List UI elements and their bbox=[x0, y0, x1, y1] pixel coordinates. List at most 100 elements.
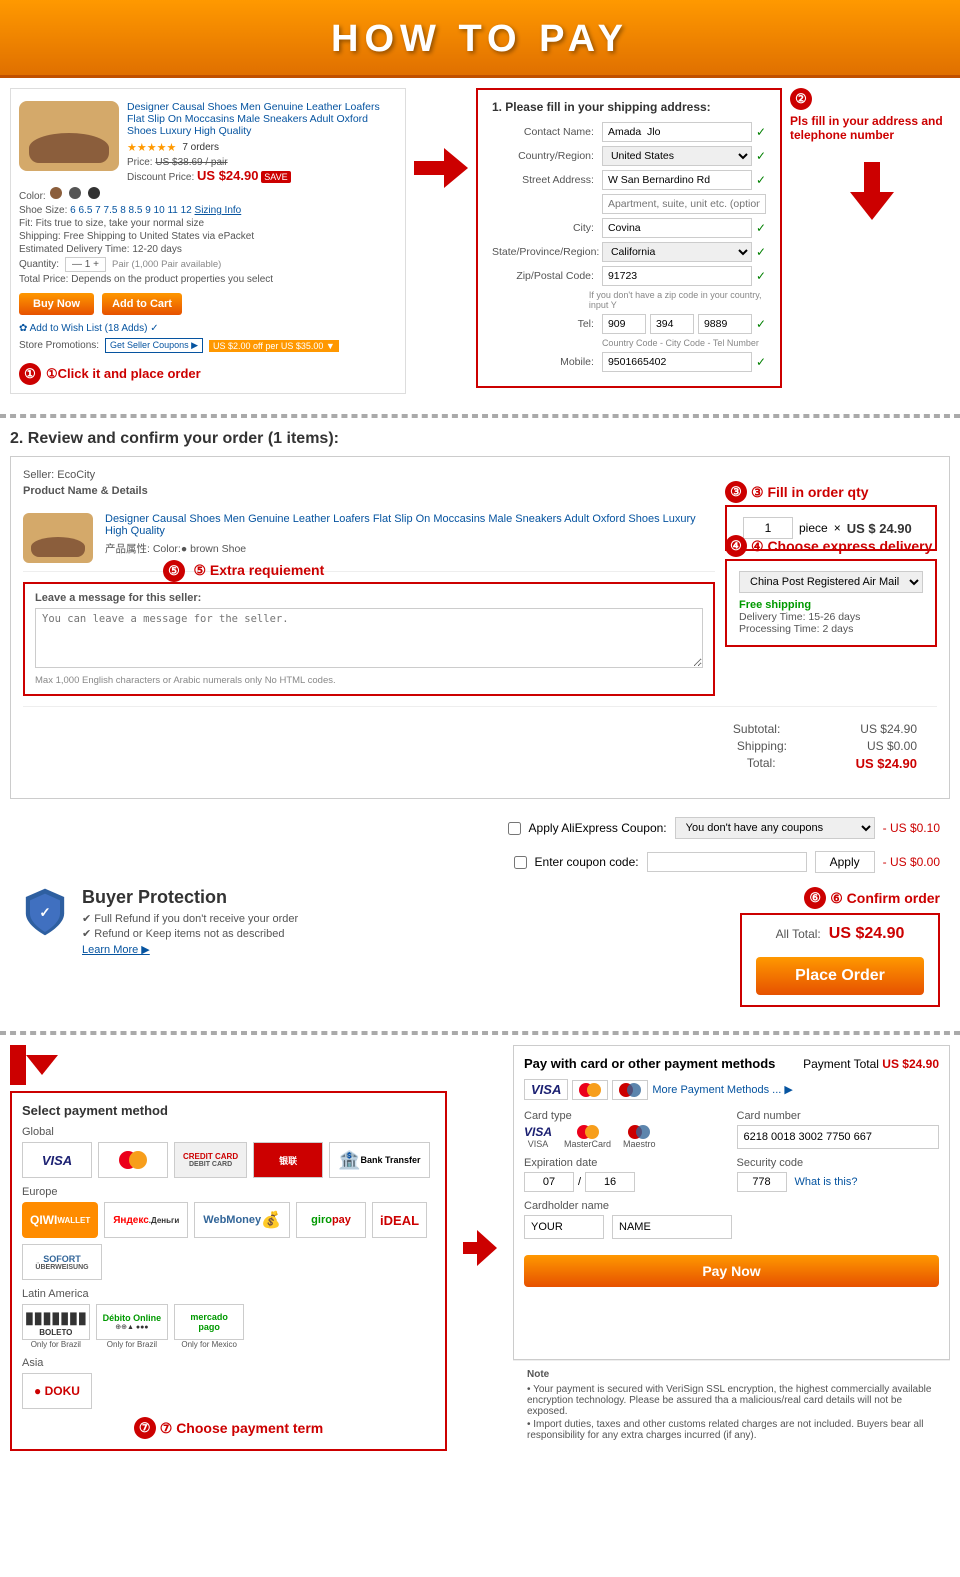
shipping-form: 1. Please fill in your shipping address:… bbox=[476, 88, 782, 388]
product-reviews: 7 orders bbox=[182, 142, 219, 153]
place-order-button[interactable]: Place Order bbox=[756, 957, 924, 995]
card-number-col: Card number bbox=[737, 1110, 940, 1149]
exp-col: Expiration date / bbox=[524, 1157, 727, 1192]
street-row: Street Address: ✓ bbox=[492, 170, 766, 190]
shipping-outer: 1. Please fill in your shipping address:… bbox=[476, 88, 950, 388]
payment-total-value: US $24.90 bbox=[882, 1057, 939, 1071]
delivery-section: China Post Registered Air Mail Free ship… bbox=[725, 559, 937, 647]
union-method[interactable]: 银联 bbox=[253, 1142, 323, 1178]
step3-label-area: ③ ③ Fill in order qty bbox=[725, 481, 869, 503]
state-select[interactable]: California bbox=[602, 242, 752, 262]
tel-input3[interactable] bbox=[698, 314, 752, 334]
exp-month-input[interactable] bbox=[524, 1172, 574, 1192]
asia-label: Asia bbox=[22, 1357, 435, 1369]
message-label: Leave a message for this seller: bbox=[35, 592, 703, 604]
step7-circle: ⑦ bbox=[134, 1417, 156, 1439]
cardholder-first-input[interactable] bbox=[524, 1215, 604, 1239]
coupon-code-label: Enter coupon code: bbox=[535, 855, 639, 869]
aliexpress-coupon-select[interactable]: You don't have any coupons bbox=[675, 817, 875, 839]
mastercard-method[interactable] bbox=[98, 1142, 168, 1178]
what-is-this-link[interactable]: What is this? bbox=[795, 1176, 858, 1188]
security-input[interactable] bbox=[737, 1172, 787, 1192]
mobile-row: Mobile: ✓ bbox=[492, 352, 766, 372]
step6-label: ⑥ Confirm order bbox=[830, 890, 940, 907]
free-shipping-label: Free shipping bbox=[739, 599, 923, 611]
mobile-input[interactable] bbox=[602, 352, 752, 372]
discover-method[interactable]: CREDIT CARD DEBIT CARD bbox=[174, 1142, 247, 1178]
payment-left: Select payment method Global VISA CREDIT bbox=[10, 1091, 447, 1451]
card-type-number-row: Card type VISA VISA MasterCard bbox=[524, 1110, 939, 1149]
wishlist-link[interactable]: ✿ Add to Wish List (18 Adds) ✓ bbox=[19, 323, 397, 334]
product-rating: ★★★★★ bbox=[127, 141, 176, 154]
apt-input[interactable] bbox=[602, 194, 766, 214]
tel-hint-row: Country Code - City Code - Tel Number bbox=[492, 338, 766, 348]
payment-right: Pay with card or other payment methods P… bbox=[513, 1045, 950, 1360]
giropay-method[interactable]: giropay bbox=[296, 1202, 366, 1238]
delivery-select[interactable]: China Post Registered Air Mail bbox=[739, 571, 923, 593]
cardholder-last-input[interactable] bbox=[612, 1215, 732, 1239]
zip-check-icon: ✓ bbox=[756, 269, 766, 283]
cardholder-row: Cardholder name bbox=[524, 1200, 939, 1239]
action-buttons: Buy Now Add to Cart bbox=[19, 293, 397, 315]
sofort-method[interactable]: SOFORTÜBERWEISUNG bbox=[22, 1244, 102, 1280]
confirm-header: ⑥ ⑥ Confirm order bbox=[740, 887, 940, 909]
delito-method[interactable]: Débito Online ⊕⊕▲ ●●● Only for Brazil bbox=[96, 1304, 169, 1349]
discount-badge: SAVE bbox=[261, 171, 290, 183]
message-area: ⑤ ⑤ Extra requiement Leave a message for… bbox=[23, 582, 715, 696]
tel-input1[interactable] bbox=[602, 314, 646, 334]
note1: • Your payment is secured with VeriSign … bbox=[527, 1384, 936, 1417]
step3-circle: ③ bbox=[725, 481, 747, 503]
seller-name: Seller: EcoCity bbox=[23, 469, 937, 481]
message-textarea[interactable] bbox=[35, 608, 703, 668]
totals-section: Subtotal: US $24.90 Shipping: US $0.00 T… bbox=[23, 706, 937, 786]
pay-now-button[interactable]: Pay Now bbox=[524, 1255, 939, 1287]
card-number-input[interactable] bbox=[737, 1125, 940, 1149]
exp-slash: / bbox=[578, 1176, 581, 1188]
doku-method[interactable]: ● DOKU bbox=[22, 1373, 92, 1409]
coupon-code-input[interactable] bbox=[647, 852, 807, 872]
visa-method[interactable]: VISA bbox=[22, 1142, 92, 1178]
payment-left-title-row bbox=[10, 1045, 447, 1085]
street-input[interactable] bbox=[602, 170, 752, 190]
aliexpress-coupon-checkbox[interactable] bbox=[508, 822, 521, 835]
city-input[interactable] bbox=[602, 218, 752, 238]
bp-link[interactable]: Learn More ▶ bbox=[82, 944, 150, 956]
fit-row: Fit: Fits true to size, take your normal… bbox=[19, 218, 397, 229]
contact-name-row: Contact Name: ✓ bbox=[492, 122, 766, 142]
coupons-link[interactable]: Get Seller Coupons ▶ bbox=[105, 338, 203, 353]
webmoney-method[interactable]: WebMoney💰 bbox=[194, 1202, 290, 1238]
message-section: Leave a message for this seller: Max 1,0… bbox=[23, 582, 715, 696]
all-total-price: US $24.90 bbox=[829, 925, 905, 943]
bank-transfer-method[interactable]: 🏦 Bank Transfer bbox=[329, 1142, 429, 1178]
zip-input[interactable] bbox=[602, 266, 752, 286]
city-check-icon: ✓ bbox=[756, 221, 766, 235]
contact-check-icon: ✓ bbox=[756, 125, 766, 139]
exp-year-input[interactable] bbox=[585, 1172, 635, 1192]
step5-circle: ⑤ bbox=[163, 560, 185, 582]
country-select[interactable]: United States bbox=[602, 146, 752, 166]
apply-button[interactable]: Apply bbox=[815, 851, 875, 873]
tel-input2[interactable] bbox=[650, 314, 694, 334]
buy-now-button[interactable]: Buy Now bbox=[19, 293, 94, 315]
shipping-total-label: Shipping: bbox=[737, 739, 787, 753]
add-to-cart-button[interactable]: Add to Cart bbox=[102, 293, 182, 315]
global-methods: VISA CREDIT CARD DEBIT CARD bbox=[22, 1142, 435, 1178]
qiwi-method[interactable]: QIWIWALLET bbox=[22, 1202, 98, 1238]
total-row: Total: US $24.90 bbox=[43, 756, 917, 771]
step7-label: ⑦ Choose payment term bbox=[160, 1420, 323, 1437]
coupon-discount: - US $0.00 bbox=[883, 855, 940, 869]
exp-label: Expiration date bbox=[524, 1157, 727, 1169]
ideal-method[interactable]: iDEAL bbox=[372, 1202, 427, 1238]
mercado-method[interactable]: mercado pago Only for Mexico bbox=[174, 1304, 244, 1349]
coupon-code-checkbox[interactable] bbox=[514, 856, 527, 869]
contact-name-input[interactable] bbox=[602, 122, 752, 142]
arrow-down-head bbox=[850, 192, 894, 220]
yandex-method[interactable]: Яндекс .Деньги bbox=[104, 1202, 188, 1238]
tel-check-icon: ✓ bbox=[756, 317, 766, 331]
boleto-method[interactable]: ▮▮▮▮▮▮▮ BOLETO Only for Brazil bbox=[22, 1304, 90, 1349]
more-payment-link[interactable]: More Payment Methods ... ▶ bbox=[652, 1083, 793, 1096]
current-price: US $24.90 bbox=[197, 168, 258, 183]
sizing-info-link[interactable]: Sizing Info bbox=[195, 205, 242, 216]
exp-row: / bbox=[524, 1172, 727, 1192]
maestro-logo bbox=[612, 1080, 648, 1100]
